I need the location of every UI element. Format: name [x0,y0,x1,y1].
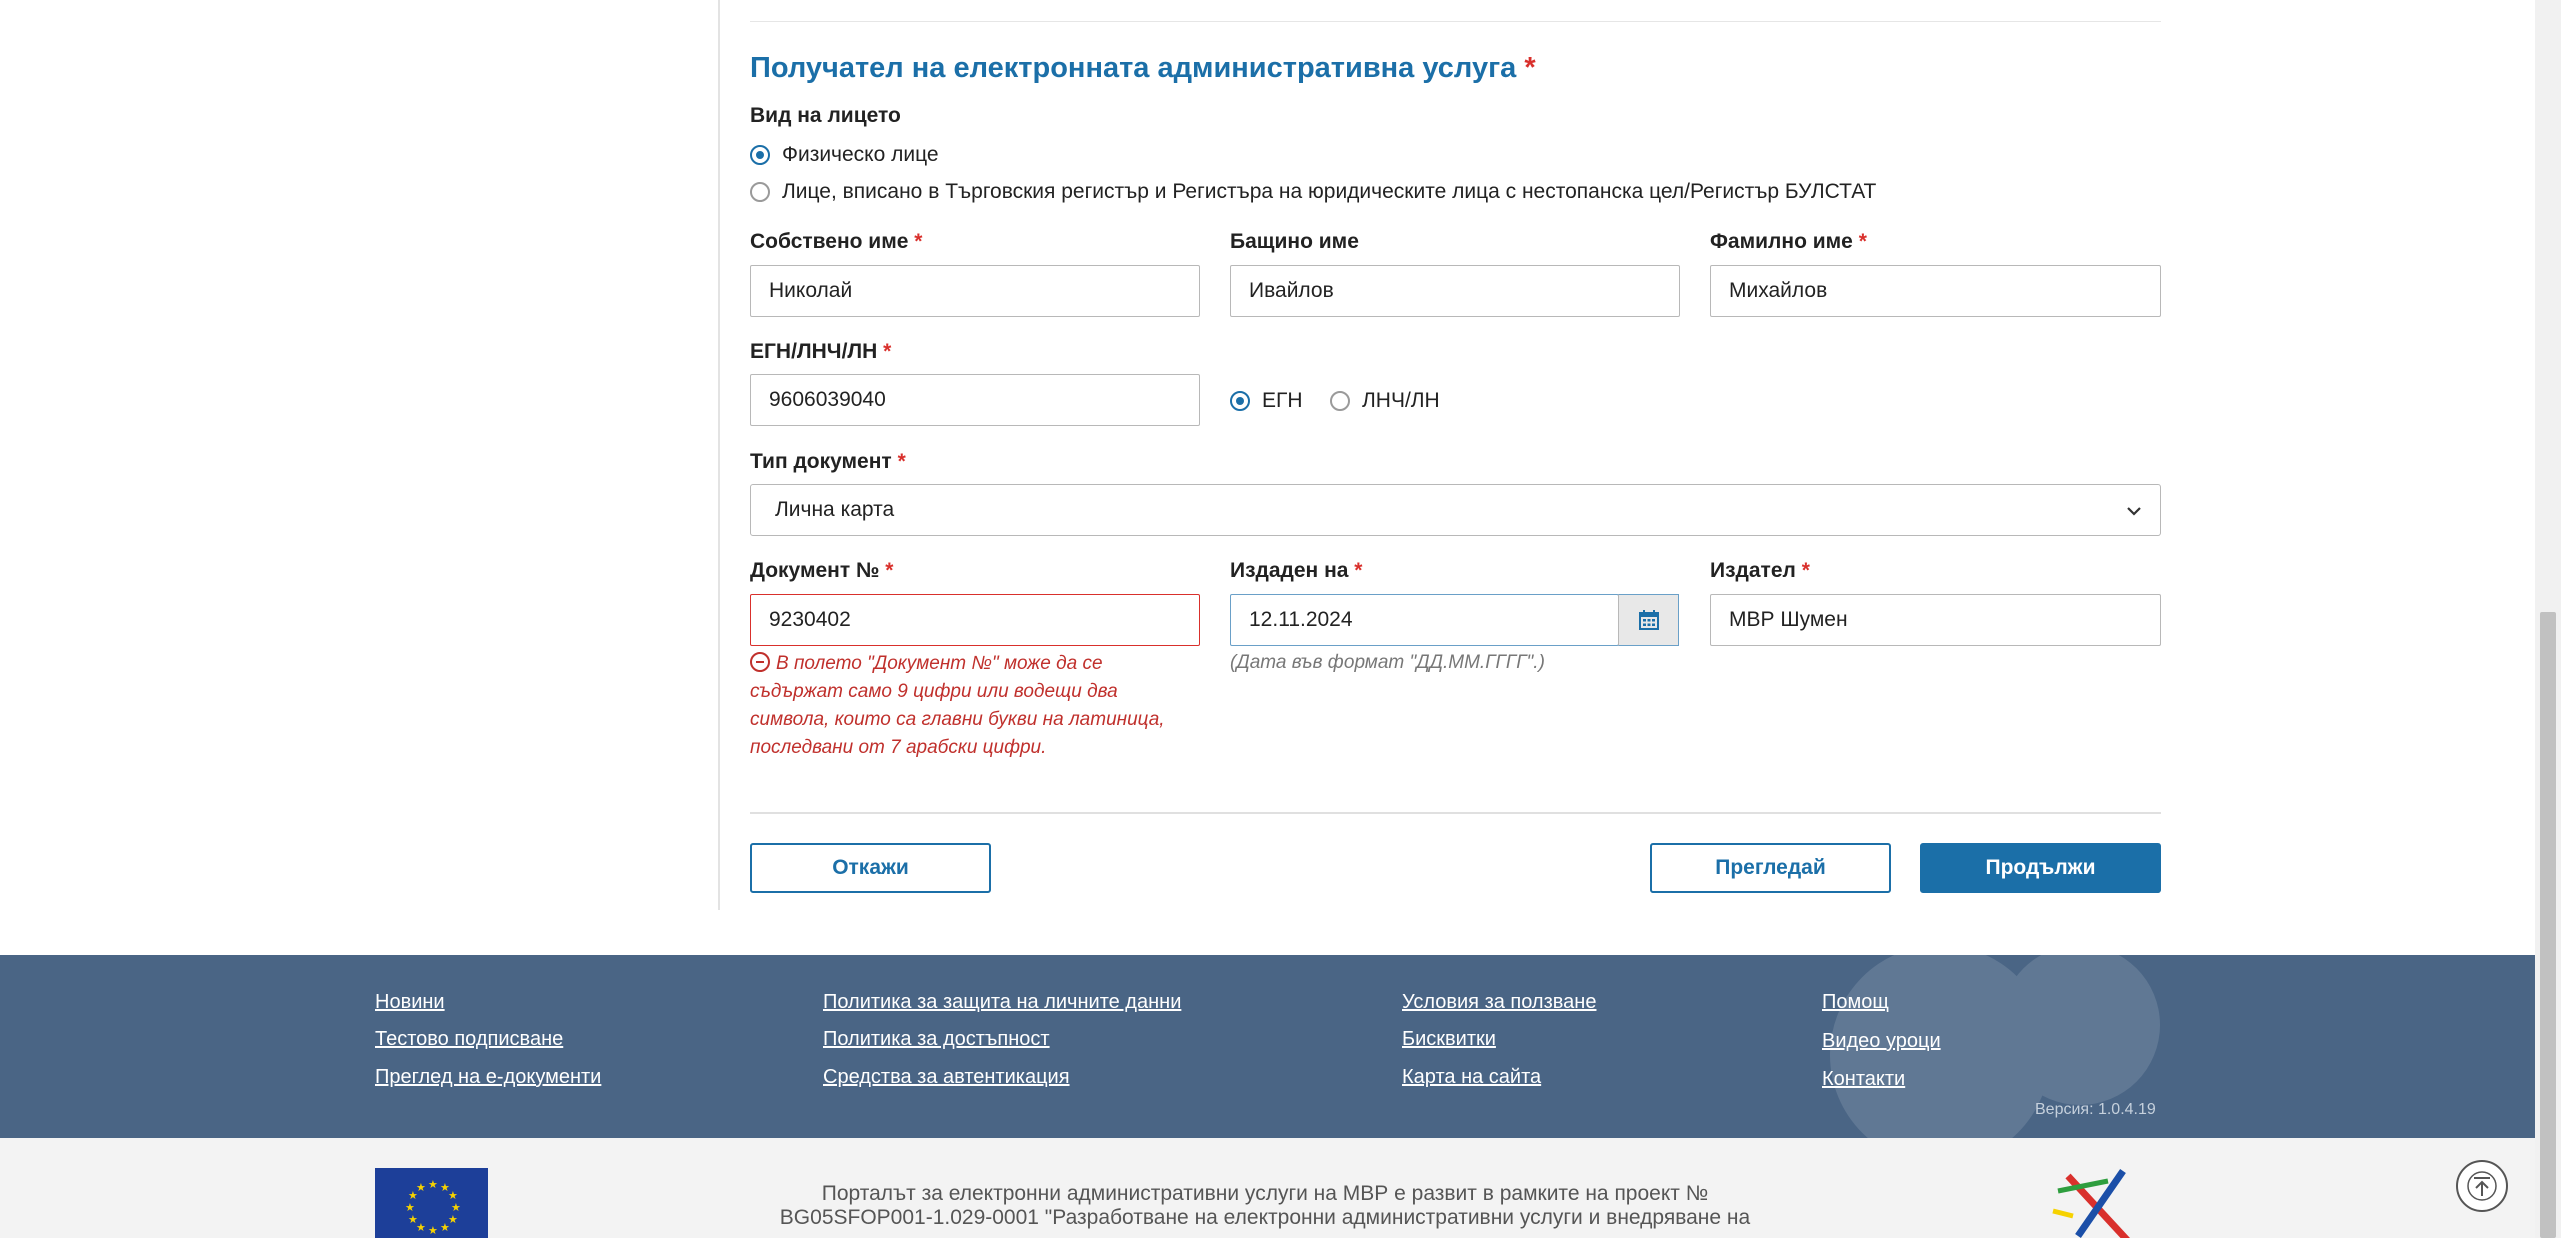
chevron-down-icon [2127,507,2141,516]
middle-name-field[interactable]: Ивайлов [1230,265,1680,317]
svg-text:★: ★ [416,1181,426,1194]
first-name-label: Собствено име * [750,230,923,253]
radio-physical-person[interactable]: Физическо лице [750,143,939,167]
eu-flag-logo: ★ ★ ★ ★ ★ ★ ★ ★ ★ ★ ★ ★ [375,1168,488,1238]
footer-link-help[interactable]: Помощ [1822,991,1889,1014]
section-title-text: Получател на електронната административн… [750,52,1517,84]
footer-link-privacy[interactable]: Политика за защита на личните данни [823,991,1181,1014]
cancel-button[interactable]: Откажи [750,843,991,893]
project-info-text: Порталът за електронни административни у… [779,1182,1751,1229]
scrollbar-thumb[interactable] [2540,612,2556,1238]
svg-text:★: ★ [428,1224,438,1237]
date-format-hint: (Дата във формат "ДД.ММ.ГГГГ".) [1230,652,1545,673]
bottom-bar: ★ ★ ★ ★ ★ ★ ★ ★ ★ ★ ★ ★ Порталът за електронни а… [0,1138,2535,1238]
footer-link-contacts[interactable]: Контакти [1822,1068,1905,1091]
footer-link-e-documents[interactable]: Преглед на е-документи [375,1066,601,1089]
issuer-label: Издател * [1710,559,1810,582]
svg-text:★: ★ [408,1213,418,1226]
radio-physical-person-label: Физическо лице [782,143,939,166]
radio-button-checked[interactable] [1230,391,1250,411]
error-icon [750,652,770,672]
continue-button[interactable]: Продължи [1920,843,2161,893]
footer-link-cookies[interactable]: Бисквитки [1402,1028,1496,1051]
svg-text:★: ★ [405,1201,415,1214]
arrow-up-icon [2467,1171,2497,1201]
first-name-field[interactable]: Николай [750,265,1200,317]
egn-label: ЕГН/ЛНЧ/ЛН * [750,340,892,363]
doc-type-select[interactable]: Лична карта [750,484,2161,536]
radio-lnch[interactable]: ЛНЧ/ЛН [1330,389,1440,413]
footer-link-sitemap[interactable]: Карта на сайта [1402,1066,1541,1089]
last-name-field[interactable]: Михайлов [1710,265,2161,317]
radio-legal-entity-label: Лице, вписано в Търговския регистър и Ре… [782,180,1877,203]
radio-egn-label: ЕГН [1262,389,1303,412]
footer-link-authentication[interactable]: Средства за автентикация [823,1066,1070,1089]
svg-text:★: ★ [440,1221,450,1234]
radio-legal-entity[interactable]: Лице, вписано в Търговския регистър и Ре… [750,180,1876,204]
section-title: Получател на електронната административн… [750,52,1536,85]
radio-button-checked[interactable] [750,145,770,165]
footer-link-accessibility[interactable]: Политика за достъпност [823,1028,1050,1051]
issuer-field[interactable]: МВР Шумен [1710,594,2161,646]
footer-link-video[interactable]: Видео уроци [1822,1030,1941,1053]
calendar-button[interactable] [1618,594,1679,646]
issued-on-field[interactable]: 12.11.2024 [1230,594,1619,646]
top-divider [750,21,2161,22]
last-name-label: Фамилно име * [1710,230,1867,253]
footer: Новини Тестово подписване Преглед на е-д… [0,955,2535,1138]
issued-on-label: Издаден на * [1230,559,1363,582]
footer-link-news[interactable]: Новини [375,991,445,1014]
preview-button[interactable]: Прегледай [1650,843,1891,893]
radio-button[interactable] [1330,391,1350,411]
content-left-border [718,0,720,910]
version-label: Версия: 1.0.4.19 [2035,1101,2156,1118]
radio-egn[interactable]: ЕГН [1230,389,1303,413]
person-type-label: Вид на лицето [750,104,901,127]
main-content: Получател на електронната административн… [0,0,2535,955]
doc-number-field[interactable]: 9230402 [750,594,1200,646]
radio-lnch-label: ЛНЧ/ЛН [1362,389,1440,412]
egn-field[interactable]: 9606039040 [750,374,1200,426]
calendar-icon [1638,610,1659,630]
form-divider [750,812,2161,814]
doc-type-label: Тип документ * [750,450,906,473]
footer-link-test-signing[interactable]: Тестово подписване [375,1028,563,1051]
middle-name-label: Бащино име [1230,230,1359,253]
opdu-logo [2052,1169,2130,1238]
scroll-to-top-button[interactable] [2456,1160,2508,1212]
footer-link-terms[interactable]: Условия за ползване [1402,991,1596,1014]
radio-button[interactable] [750,182,770,202]
svg-text:★: ★ [428,1178,438,1191]
doc-type-value: Лична карта [775,498,895,521]
doc-number-error: В полето "Документ №" може да се съдържа… [750,652,1165,758]
required-mark: * [1524,52,1536,84]
doc-number-label: Документ № * [750,559,894,582]
